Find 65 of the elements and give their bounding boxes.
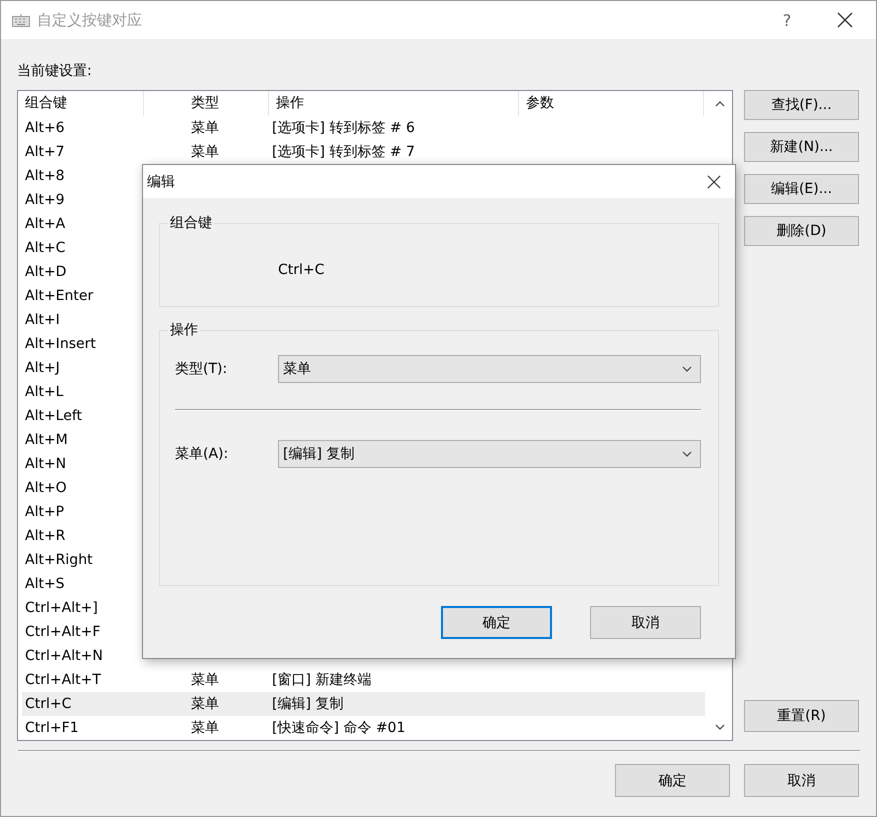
table-cell-text: Alt+9 [24,191,66,210]
table-cell-text: [编辑] 复制 [271,695,344,714]
footer-button[interactable]: 取消 [744,764,859,797]
table-cell-text: Ctrl+Alt+] [24,599,99,618]
table-cell-text: Alt+Right [24,551,94,570]
column-header[interactable]: 操作 [269,91,519,116]
list-row[interactable]: Ctrl+Alt+T 菜单 [窗口] 新建终端 [22,668,705,692]
field-label: 类型(T): [175,360,228,378]
window-title: 自定义按键对应 [37,10,142,30]
table-cell-text: Ctrl+Alt+T [24,671,102,690]
side-button[interactable]: 编辑(E)... [744,174,859,204]
table-cell-text: [窗口] 新建终端 [271,671,372,690]
list-row[interactable]: Alt+7 菜单 [选项卡] 转到标签 # 7 [22,140,705,164]
table-cell-text: Alt+R [24,527,66,546]
table-cell-text: [选项卡] 转到标签 # 6 [271,119,416,138]
table-cell-text: Ctrl+C [24,695,72,714]
table-cell-text: Alt+6 [24,119,66,138]
table-cell-text: Alt+Enter [24,287,94,306]
table-cell-text: Alt+Insert [24,335,97,354]
table-cell-text: 菜单 [190,119,220,138]
column-header[interactable]: 类型 [144,91,269,116]
reset-button[interactable]: 重置(R) [744,700,859,732]
side-button[interactable]: 新建(N)... [744,132,859,162]
keyboard-icon [12,13,30,27]
table-cell-text: 菜单 [190,695,220,714]
dialog-button[interactable]: 取消 [590,606,701,639]
table-cell-text: [快速命令] 命令 #01 [271,719,406,738]
table-cell-text: Ctrl+F1 [24,719,80,738]
table-cell-text: [选项卡] 转到标签 # 7 [271,143,416,162]
table-cell-text: Alt+7 [24,143,66,162]
table-cell-text: 菜单 [190,719,220,738]
list-row[interactable]: Ctrl+F1 菜单 [快速命令] 命令 #01 [22,716,705,740]
side-button[interactable]: 查找(F)... [744,90,859,120]
group-title: 组合键 [168,214,214,232]
group-title: 操作 [168,321,200,339]
table-cell-text: Alt+S [24,575,66,594]
selected-row[interactable]: Ctrl+C 菜单 [编辑] 复制 [22,692,705,716]
dropdown[interactable]: [编辑] 复制 [278,440,701,468]
caret-icon [682,451,692,457]
table-cell-text: Alt+M [24,431,69,450]
side-button[interactable]: 删除(D) [744,216,859,246]
footer-button[interactable]: 确定 [615,764,730,797]
table-cell-text: Alt+L [24,383,64,402]
caret-icon [682,366,692,372]
dropdown[interactable]: 菜单 [278,355,701,383]
table-cell-text: 菜单 [190,143,220,162]
help-button[interactable]: ? [757,10,817,30]
field-label: 菜单(A): [175,445,230,463]
scroll-up-icon[interactable] [714,101,724,107]
dialog-title: 编辑 [147,172,175,190]
column-header[interactable]: 组合键 [18,91,144,116]
close-icon[interactable] [707,174,721,188]
dialog-button[interactable]: 确定 [441,606,552,639]
list-row[interactable]: Alt+6 菜单 [选项卡] 转到标签 # 6 [22,116,705,140]
column-header[interactable]: 参数 [519,91,704,116]
list-label: 当前键设置: [17,62,92,81]
table-cell-text: Alt+O [24,479,68,498]
table-cell-text: Alt+C [24,239,66,258]
key-combination: Ctrl+C [278,262,324,278]
table-cell-text: Alt+Left [24,407,84,426]
table-cell-text: Alt+P [24,503,66,522]
table-cell-text: 菜单 [190,671,220,690]
close-icon[interactable] [837,12,853,28]
scroll-down-icon[interactable] [714,724,724,730]
table-cell-text: Ctrl+Alt+N [24,647,104,666]
